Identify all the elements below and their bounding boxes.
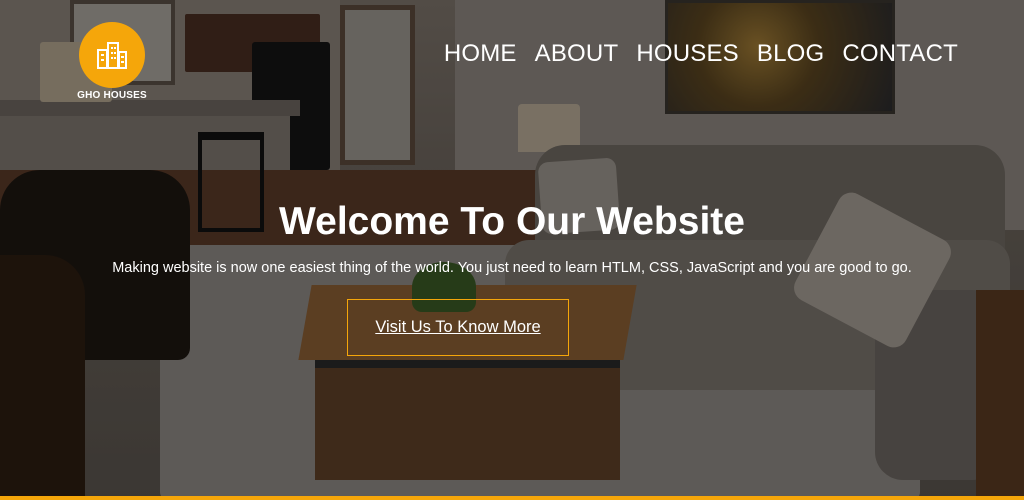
hero-title: Welcome To Our Website — [279, 200, 745, 243]
nav-blog[interactable]: BLOG — [757, 40, 825, 68]
accent-bar — [0, 496, 1024, 500]
visit-us-button[interactable]: Visit Us To Know More — [347, 299, 569, 356]
dark-overlay — [0, 0, 1024, 500]
main-nav: HOME ABOUT HOUSES BLOG CONTACT — [444, 40, 958, 68]
nav-contact[interactable]: CONTACT — [842, 40, 958, 68]
hero-section: GHO HOUSES HOME ABOUT HOUSES BLOG CONTAC… — [0, 0, 1024, 500]
brand-logo[interactable]: GHO HOUSES — [72, 22, 152, 101]
building-icon — [79, 22, 145, 88]
nav-houses[interactable]: HOUSES — [636, 40, 739, 68]
hero-subtitle: Making website is now one easiest thing … — [112, 260, 912, 276]
brand-name: GHO HOUSES — [77, 90, 147, 101]
nav-about[interactable]: ABOUT — [535, 40, 619, 68]
nav-home[interactable]: HOME — [444, 40, 517, 68]
